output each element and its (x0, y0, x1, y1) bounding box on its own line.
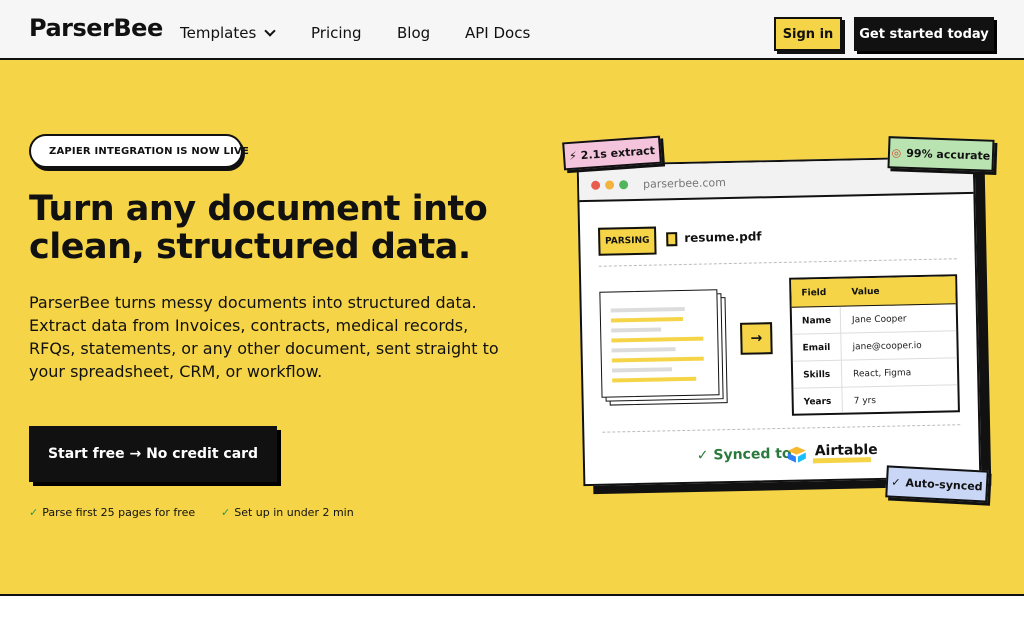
nav-templates-label: Templates (180, 24, 257, 42)
doc-line (611, 347, 676, 353)
browser-url: parserbee.com (642, 176, 727, 191)
perk-setup-time: ✓ Set up in under 2 min (221, 506, 354, 519)
minimize-dot-icon (605, 180, 615, 190)
hero-description: ParserBee turns messy documents into str… (29, 293, 499, 381)
table-cell-value: React, Figma (853, 368, 912, 380)
close-dot-icon (591, 180, 601, 190)
accuracy-label: 99% accurate (906, 146, 991, 163)
announcement-text: ZAPIER INTEGRATION IS NOW LIVE (49, 145, 250, 157)
top-nav: ParserBee Templates Pricing Blog API Doc… (0, 0, 1024, 60)
airtable-label: Airtable (814, 441, 878, 460)
logo[interactable]: ParserBee (29, 14, 163, 42)
table-row: Email jane@cooper.io (792, 331, 957, 362)
file-icon (666, 232, 678, 247)
arrow-right-icon: → (740, 322, 773, 355)
divider (602, 424, 961, 433)
airtable-icon (787, 446, 806, 463)
table-cell-field: Name (801, 315, 832, 327)
hero-headline: Turn any document into clean, structured… (29, 189, 488, 267)
parsing-status-badge: PARSING (598, 226, 657, 256)
file-name: resume.pdf (684, 229, 762, 245)
doc-line (611, 336, 704, 343)
check-icon: ✓ (221, 506, 231, 519)
doc-line (611, 356, 704, 363)
table-row: Skills React, Figma (792, 358, 958, 389)
perk-free-pages: ✓ Parse first 25 pages for free (29, 506, 195, 519)
table-cell-field: Email (802, 342, 831, 354)
divider (598, 258, 957, 267)
get-started-button[interactable]: Get started today (854, 17, 994, 51)
chevron-down-icon (264, 25, 276, 37)
synced-label: ✓ Synced to (696, 445, 792, 464)
target-icon: ◎ (891, 145, 902, 160)
lightning-icon: ⚡ (568, 148, 578, 163)
table-header: Field Value (791, 276, 956, 308)
perk-setup-time-label: Set up in under 2 min (234, 506, 354, 519)
doc-line (610, 306, 685, 313)
maximize-dot-icon (619, 180, 629, 190)
app-preview-window: parserbee.com PARSING resume.pdf → Field… (576, 155, 982, 487)
table-header-value: Value (851, 286, 880, 298)
doc-line (611, 327, 662, 333)
extracted-data-table: Field Value Name Jane Cooper Email jane@… (789, 274, 960, 416)
check-icon: ✓ (891, 475, 901, 489)
sign-in-button[interactable]: Sign in (774, 17, 842, 51)
table-row: Years 7 yrs (793, 385, 958, 415)
start-free-button[interactable]: Start free → No credit card (29, 426, 277, 482)
table-header-field: Field (801, 288, 827, 299)
doc-line (611, 367, 673, 373)
accuracy-sticker: ◎ 99% accurate (887, 136, 995, 172)
auto-synced-label: Auto-synced (905, 475, 983, 493)
table-row: Name Jane Cooper (791, 304, 957, 335)
auto-synced-sticker: ✓ Auto-synced (885, 465, 989, 503)
nav-templates[interactable]: Templates (180, 24, 276, 42)
hero-section: ZAPIER INTEGRATION IS NOW LIVE Turn any … (0, 60, 1024, 596)
perk-free-pages-label: Parse first 25 pages for free (42, 506, 196, 519)
announcement-badge[interactable]: ZAPIER INTEGRATION IS NOW LIVE (29, 134, 249, 168)
nav-api-docs[interactable]: API Docs (465, 24, 530, 42)
table-cell-value: jane@cooper.io (852, 341, 922, 353)
nav-pricing[interactable]: Pricing (311, 24, 362, 42)
doc-line (610, 317, 683, 323)
table-cell-field: Years (803, 396, 832, 408)
extract-speed-label: 2.1s extract (580, 143, 656, 162)
document-illustration (599, 289, 720, 398)
doc-line (612, 376, 697, 383)
nav-blog[interactable]: Blog (397, 24, 430, 42)
check-icon: ✓ (29, 506, 39, 519)
table-cell-field: Skills (803, 369, 831, 381)
table-cell-value: 7 yrs (853, 395, 877, 407)
table-cell-value: Jane Cooper (851, 314, 907, 326)
